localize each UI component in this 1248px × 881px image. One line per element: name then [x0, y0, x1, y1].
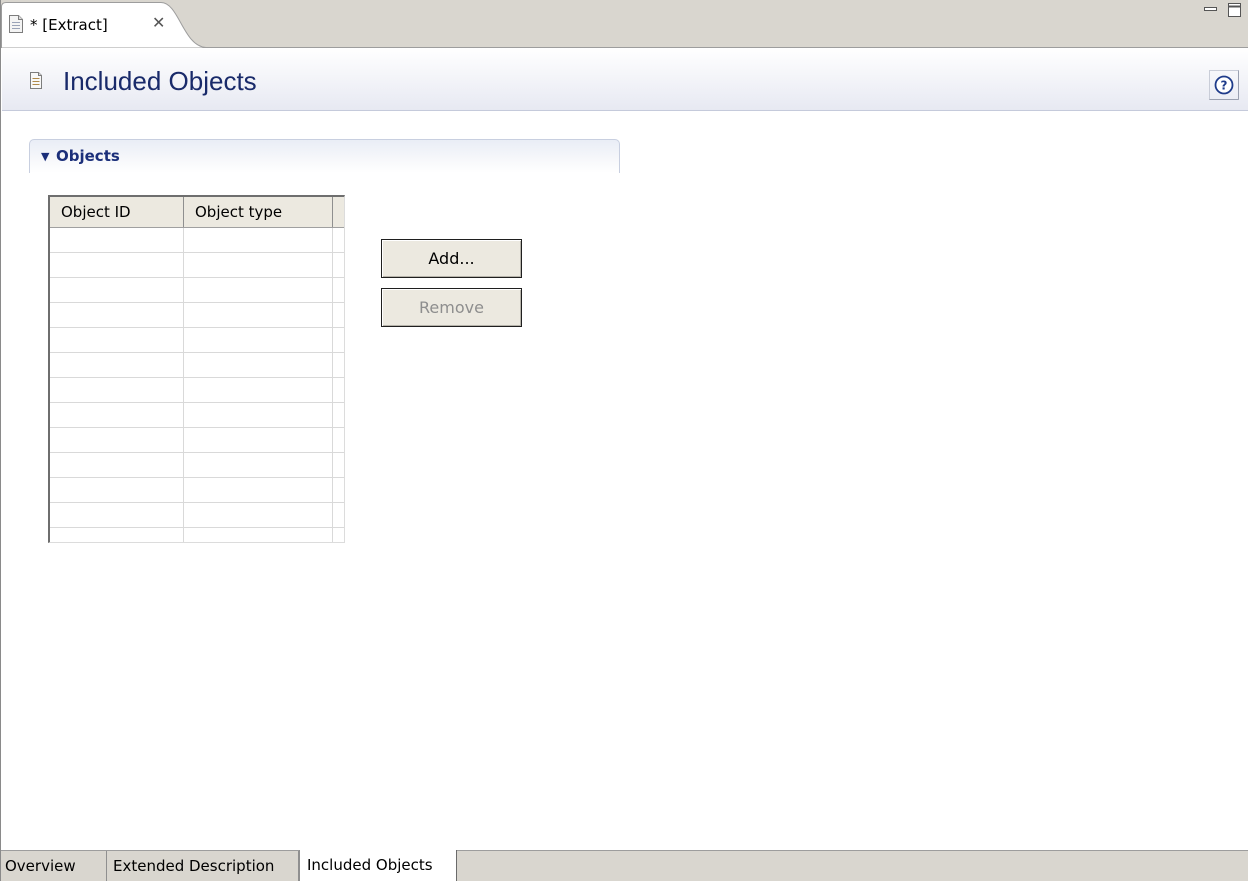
cell-object-type[interactable]: [184, 378, 333, 402]
section-title: Objects: [56, 147, 120, 165]
cell-object-type[interactable]: [184, 428, 333, 452]
cell-object-id[interactable]: [50, 403, 184, 427]
cell-object-type[interactable]: [184, 228, 333, 252]
help-icon[interactable]: ?: [1209, 70, 1239, 100]
table-header: Object ID Object type: [50, 197, 344, 228]
tab-extended-description[interactable]: Extended Description: [107, 851, 299, 881]
close-icon[interactable]: ✕: [152, 14, 165, 32]
cell-object-id[interactable]: [50, 453, 184, 477]
editor-window: * [Extract] ✕ Included Objects ? ▼ Objec…: [0, 0, 1248, 881]
table-row[interactable]: [50, 278, 344, 303]
cell-object-id[interactable]: [50, 478, 184, 502]
table-row[interactable]: [50, 403, 344, 428]
table-row[interactable]: [50, 228, 344, 253]
cell-object-type[interactable]: [184, 403, 333, 427]
table-row[interactable]: [50, 253, 344, 278]
add-button[interactable]: Add...: [381, 239, 522, 278]
objects-table[interactable]: Object ID Object type: [48, 195, 345, 543]
cell-object-id[interactable]: [50, 353, 184, 377]
editor-tab-title: * [Extract]: [30, 16, 108, 34]
cell-object-type[interactable]: [184, 253, 333, 277]
table-row[interactable]: [50, 503, 344, 528]
cell-object-id[interactable]: [50, 428, 184, 452]
cell-object-id[interactable]: [50, 278, 184, 302]
cell-object-type[interactable]: [184, 478, 333, 502]
remove-button[interactable]: Remove: [381, 288, 522, 327]
page-title: Included Objects: [63, 66, 257, 96]
editor-tab-bar: * [Extract] ✕: [1, 0, 1248, 48]
expand-toggle-icon[interactable]: ▼: [41, 150, 49, 163]
cell-object-id[interactable]: [50, 528, 184, 542]
cell-object-type[interactable]: [184, 503, 333, 527]
cell-object-id[interactable]: [50, 503, 184, 527]
tab-overview[interactable]: Overview: [1, 851, 107, 881]
table-row[interactable]: [50, 378, 344, 403]
cell-object-id[interactable]: [50, 253, 184, 277]
cell-object-type[interactable]: [184, 453, 333, 477]
cell-object-id[interactable]: [50, 378, 184, 402]
cell-object-type[interactable]: [184, 303, 333, 327]
table-row[interactable]: [50, 353, 344, 378]
cell-object-id[interactable]: [50, 228, 184, 252]
objects-section-header[interactable]: ▼ Objects: [29, 139, 620, 173]
minimize-icon[interactable]: [1202, 3, 1220, 17]
cell-object-id[interactable]: [50, 303, 184, 327]
column-header-object-type[interactable]: Object type: [184, 197, 333, 227]
document-icon: [9, 15, 23, 33]
editor-tab-extract[interactable]: * [Extract] ✕: [1, 2, 206, 48]
column-header-filler: [333, 197, 344, 227]
table-row[interactable]: [50, 478, 344, 503]
cell-object-id[interactable]: [50, 328, 184, 352]
cell-object-type[interactable]: [184, 528, 333, 542]
maximize-icon[interactable]: [1227, 2, 1243, 18]
column-header-object-id[interactable]: Object ID: [50, 197, 184, 227]
table-row[interactable]: [50, 328, 344, 353]
table-row[interactable]: [50, 428, 344, 453]
tab-included-objects[interactable]: Included Objects: [299, 850, 457, 881]
form-header: Included Objects ?: [2, 48, 1248, 111]
table-row[interactable]: [50, 453, 344, 478]
table-row[interactable]: [50, 528, 344, 542]
page-tab-bar: Overview Extended Description Included O…: [1, 850, 1248, 881]
cell-object-type[interactable]: [184, 278, 333, 302]
cell-object-type[interactable]: [184, 328, 333, 352]
table-row[interactable]: [50, 303, 344, 328]
cell-object-type[interactable]: [184, 353, 333, 377]
svg-text:?: ?: [1221, 79, 1228, 93]
document-icon: [30, 72, 42, 89]
